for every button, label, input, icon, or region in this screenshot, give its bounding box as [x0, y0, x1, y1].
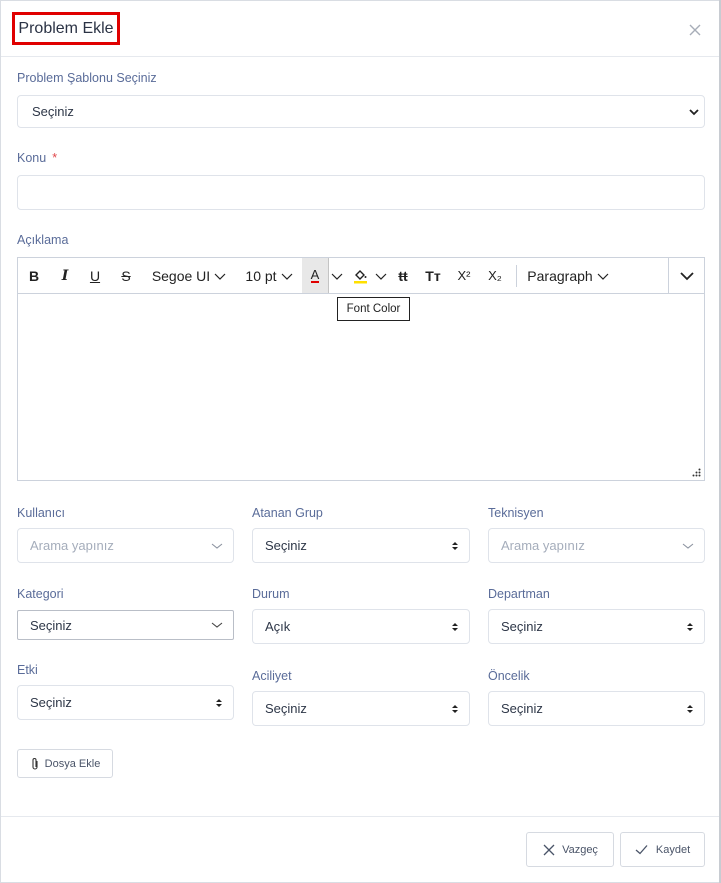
strikethrough-button[interactable]: S	[115, 258, 137, 293]
priority-value: Seçiniz	[501, 701, 543, 716]
impact-value: Seçiniz	[30, 695, 72, 710]
resize-handle-icon[interactable]	[692, 468, 701, 477]
font-color-tooltip: Font Color	[337, 297, 410, 321]
chevron-down-icon	[682, 543, 694, 549]
status-select[interactable]: Açık	[252, 609, 470, 644]
highlight-button[interactable]	[350, 258, 372, 293]
chevron-down-icon	[597, 273, 609, 280]
paragraph-format-dropdown[interactable]: Paragraph	[526, 258, 610, 293]
urgency-label: Aciliyet	[252, 669, 292, 683]
change-case-button[interactable]: Tт	[422, 258, 444, 293]
modal-title: Problem Ekle	[18, 19, 114, 37]
cancel-label: Vazgeç	[562, 843, 598, 856]
description-label: Açıklama	[17, 233, 69, 247]
save-button[interactable]: Kaydet	[620, 832, 705, 867]
cancel-button[interactable]: Vazgeç	[526, 832, 614, 867]
close-icon	[543, 844, 555, 855]
italic-button[interactable]: I	[54, 258, 76, 293]
rich-text-editor: B I U S Segoe UI 10 pt A tt Tт X² X₂ Par…	[17, 257, 705, 481]
urgency-value: Seçiniz	[265, 701, 307, 716]
modal-header: Problem Ekle	[1, 1, 720, 57]
check-icon	[635, 845, 648, 855]
font-size-value: 10 pt	[245, 267, 277, 284]
user-label: Kullanıcı	[17, 506, 65, 520]
technician-search-select[interactable]: Arama yapınız	[488, 528, 705, 563]
editor-toolbar: B I U S Segoe UI 10 pt A tt Tт X² X₂ Par…	[18, 258, 704, 294]
user-search-select[interactable]: Arama yapınız	[17, 528, 234, 563]
impact-select[interactable]: Seçiniz	[17, 685, 234, 720]
font-family-dropdown[interactable]: Segoe UI	[148, 258, 230, 293]
subject-input[interactable]	[17, 175, 705, 210]
highlight-dropdown[interactable]	[374, 258, 388, 293]
department-select[interactable]: Seçiniz	[488, 609, 705, 644]
problem-modal: Problem Ekle Problem Şablonu Seçiniz Seç…	[0, 0, 721, 883]
superscript-button[interactable]: X²	[453, 258, 475, 293]
attach-file-button[interactable]: Dosya Ekle	[17, 749, 113, 778]
font-size-dropdown[interactable]: 10 pt	[240, 258, 298, 293]
urgency-select[interactable]: Seçiniz	[252, 691, 470, 726]
font-color-button[interactable]: A	[302, 258, 328, 293]
paperclip-icon	[32, 757, 38, 770]
chevron-down-icon	[214, 273, 226, 280]
save-label: Kaydet	[655, 843, 691, 856]
technician-placeholder: Arama yapınız	[501, 538, 585, 553]
category-label: Kategori	[17, 587, 64, 601]
priority-select[interactable]: Seçiniz	[488, 691, 705, 726]
chevron-down-icon	[211, 622, 223, 628]
chevron-down-icon	[375, 273, 387, 280]
assigned-group-value: Seçiniz	[265, 538, 307, 553]
assigned-group-label: Atanan Grup	[252, 506, 323, 520]
clear-format-button[interactable]: tt	[392, 258, 414, 293]
required-mark: *	[52, 151, 58, 165]
sort-arrows-icon	[687, 622, 693, 631]
toolbar-separator	[516, 265, 517, 287]
footer-divider	[1, 816, 720, 817]
department-label: Departman	[488, 587, 550, 601]
font-family-value: Segoe UI	[151, 267, 211, 284]
paragraph-format-value: Paragraph	[527, 267, 593, 284]
user-placeholder: Arama yapınız	[30, 538, 114, 553]
chevron-down-icon	[689, 109, 699, 116]
category-select[interactable]: Seçiniz	[17, 610, 234, 640]
subject-label: Konu *	[17, 151, 57, 165]
underline-button[interactable]: U	[84, 258, 106, 293]
chevron-down-icon	[680, 271, 694, 280]
technician-label: Teknisyen	[488, 506, 544, 520]
sort-arrows-icon	[687, 704, 693, 713]
sort-arrows-icon	[452, 541, 458, 550]
toolbar-separator	[668, 258, 669, 294]
sort-arrows-icon	[452, 622, 458, 631]
status-value: Açık	[265, 619, 291, 634]
font-color-glyph: A	[310, 266, 320, 283]
bold-button[interactable]: B	[23, 258, 45, 293]
status-label: Durum	[252, 587, 290, 601]
impact-label: Etki	[17, 663, 38, 677]
toolbar-expand-button[interactable]	[670, 258, 704, 293]
modal-title-highlight: Problem Ekle	[12, 12, 120, 45]
close-icon[interactable]	[686, 21, 704, 39]
paint-bucket-icon	[354, 269, 367, 283]
department-value: Seçiniz	[501, 619, 543, 634]
template-select-value: Seçiniz	[32, 104, 74, 119]
attach-file-label: Dosya Ekle	[44, 757, 101, 770]
chevron-down-icon	[281, 273, 292, 280]
template-select[interactable]: Seçiniz	[17, 95, 705, 128]
template-label: Problem Şablonu Seçiniz	[17, 71, 157, 85]
subscript-button[interactable]: X₂	[484, 258, 506, 293]
chevron-down-icon	[331, 273, 342, 280]
sort-arrows-icon	[452, 704, 458, 713]
category-value: Seçiniz	[30, 617, 72, 633]
chevron-down-icon	[211, 543, 223, 549]
assigned-group-select[interactable]: Seçiniz	[252, 528, 470, 563]
editor-content-area[interactable]	[18, 295, 704, 480]
sort-arrows-icon	[216, 698, 222, 707]
priority-label: Öncelik	[488, 669, 530, 683]
font-color-dropdown[interactable]	[328, 258, 344, 293]
subject-label-text: Konu	[17, 151, 47, 165]
